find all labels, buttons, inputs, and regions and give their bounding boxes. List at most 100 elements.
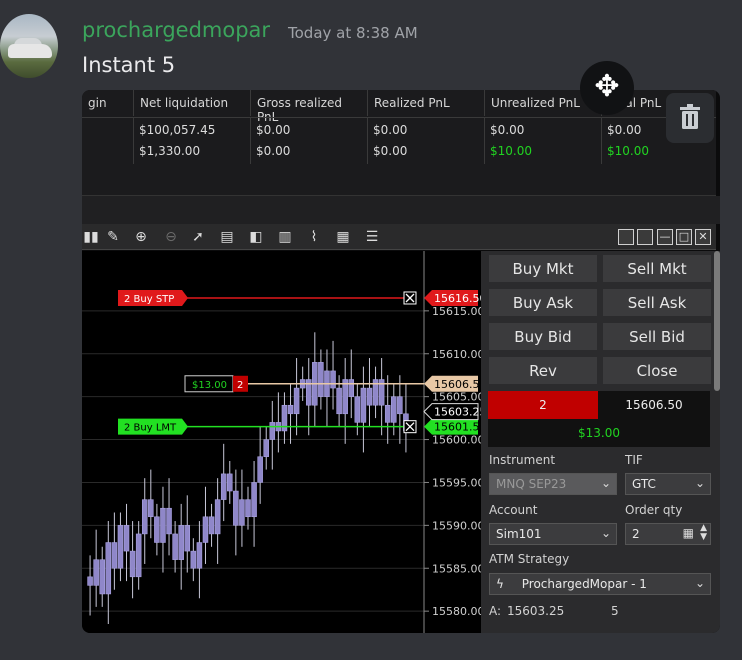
account-value: Sim101 — [496, 527, 542, 541]
close-icon[interactable]: ✕ — [695, 229, 711, 245]
data-box-icon[interactable]: ▤ — [218, 228, 236, 246]
window-gap — [82, 196, 720, 224]
candle-body — [366, 387, 373, 406]
panel-icon[interactable]: ◧ — [247, 228, 265, 246]
candle-body — [257, 456, 263, 483]
candle-body — [336, 387, 342, 415]
grid-cell: $0.00 — [373, 144, 408, 158]
chevron-down-icon: ⌄ — [694, 476, 705, 490]
sell-market-button[interactable]: Sell Mkt — [602, 254, 712, 283]
candle-body — [93, 559, 99, 586]
candle-body — [227, 473, 233, 492]
candle-body — [160, 507, 166, 543]
order-qty-label: Order qty — [625, 503, 683, 517]
position-qty-label: 2 — [237, 380, 243, 391]
order-qty-stepper[interactable]: 2 ▦ ▲ ▼ — [625, 523, 711, 545]
candle-body — [397, 396, 403, 415]
grid-cell: $0.00 — [373, 123, 408, 137]
pointer-icon[interactable]: ➚ — [189, 228, 207, 246]
account-label: Account — [489, 503, 538, 517]
candle-body — [190, 550, 197, 569]
sell-bid-button[interactable]: Sell Bid — [602, 322, 712, 351]
minimize-icon[interactable]: — — [657, 229, 673, 245]
username[interactable]: prochargedmopar — [82, 18, 270, 42]
move-icon[interactable]: ✥ — [580, 61, 634, 115]
zoom-out-icon[interactable]: ⊖ — [162, 228, 180, 246]
candle-body — [245, 499, 251, 518]
position-pnl: $13.00 — [488, 419, 710, 447]
candle-body — [263, 439, 269, 457]
chevron-down-icon: ⌄ — [600, 526, 611, 540]
order-qty-value: 2 — [632, 527, 640, 541]
grid-cell: $10.00 — [607, 144, 649, 158]
candle-body — [129, 550, 136, 578]
grid-header: Realized PnL — [367, 90, 483, 116]
candlestick-chart[interactable]: 15615.00 15610.00 15605.00 15600.00 15595.00… — [82, 251, 487, 633]
candle-body — [141, 499, 148, 535]
account-select[interactable]: Sim101 ⌄ — [489, 523, 617, 545]
candle-body — [342, 379, 348, 415]
chart-trader-panel: Buy Mkt Sell Mkt Buy Ask Sell Ask Buy Bi… — [481, 251, 720, 633]
buy-market-button[interactable]: Buy Mkt — [488, 254, 598, 283]
buy-ask-button[interactable]: Buy Ask — [488, 288, 598, 317]
avatar[interactable] — [0, 14, 58, 78]
candle-body — [214, 499, 221, 535]
instrument-label: Instrument — [489, 453, 556, 467]
pencil-icon[interactable]: ✎ — [104, 228, 122, 246]
candle-body — [318, 362, 324, 397]
lightning-icon: ϟ — [496, 577, 504, 591]
embedded-screenshot[interactable]: gin Net liquidation Gross realized PnL R… — [82, 90, 720, 633]
candle-body — [391, 396, 397, 423]
candle-body — [178, 525, 184, 560]
zoom-in-icon[interactable]: ⊕ — [132, 228, 150, 246]
buy-stop-order-label: 2 Buy STP — [124, 294, 174, 305]
strategy-icon[interactable]: ▦ — [334, 228, 352, 246]
panel-scrollbar[interactable] — [714, 251, 720, 391]
atm-strategy-select[interactable]: ϟ ProchargedMopar - 1 ⌄ — [489, 573, 711, 595]
atm-label: ATM Strategy — [489, 552, 570, 566]
price-tick-label: 15610.00 — [432, 348, 481, 361]
chevron-down-icon: ⌄ — [600, 476, 611, 490]
candle-body — [384, 404, 391, 423]
tile-icon[interactable] — [637, 229, 653, 245]
price-tick-label: 15580.00 — [432, 605, 481, 618]
grid-cell: $0.00 — [256, 144, 291, 158]
candle-body — [123, 525, 130, 552]
price-tick-label: 15600.00 — [432, 434, 481, 447]
trash-icon[interactable] — [666, 93, 714, 143]
buy-bid-button[interactable]: Buy Bid — [488, 322, 598, 351]
sell-ask-button[interactable]: Sell Ask — [602, 288, 712, 317]
candle-body — [208, 516, 215, 535]
spinner-icon[interactable]: ▲ ▼ — [700, 524, 707, 542]
bar-type-icon[interactable]: ▮▮ — [82, 228, 100, 246]
instrument-value: MNQ SEP23 — [496, 477, 567, 491]
candle-body — [172, 533, 178, 560]
candle-body — [287, 404, 294, 415]
candle-body — [99, 559, 105, 595]
bars-icon[interactable]: ▥ — [276, 228, 294, 246]
grid-cell: $0.00 — [607, 123, 642, 137]
reverse-button[interactable]: Rev — [488, 356, 598, 385]
grid-header: gin — [88, 96, 107, 110]
chart-toolbar: ▮▮ ✎ ⊕ ⊖ ➚ ▤ ◧ ▥ ⌇ ▦ ☰ — □ ✕ — [82, 224, 716, 250]
chart-canvas[interactable]: 15615.00 15610.00 15605.00 15600.00 15595.00… — [82, 251, 487, 633]
candle-body — [117, 525, 124, 569]
list-icon[interactable]: ☰ — [363, 228, 381, 246]
tile-icon[interactable] — [618, 229, 634, 245]
order-price-text: 15601.50 — [434, 421, 481, 434]
message-text: Instant 5 — [82, 53, 176, 77]
calculator-icon[interactable]: ▦ — [683, 526, 694, 540]
tif-select[interactable]: GTC ⌄ — [625, 473, 711, 495]
indicator-icon[interactable]: ⌇ — [305, 228, 323, 246]
price-tick-label: 15595.00 — [432, 476, 481, 489]
maximize-icon[interactable]: □ — [676, 229, 692, 245]
grid-cell: $1,330.00 — [139, 144, 201, 158]
position-qty: 2 — [488, 391, 598, 419]
candle-body — [87, 576, 93, 586]
message-timestamp: Today at 8:38 AM — [288, 24, 418, 42]
atm-value: ProchargedMopar - 1 — [521, 577, 647, 591]
candle-body — [202, 516, 209, 543]
candle-body — [269, 422, 276, 440]
close-button[interactable]: Close — [602, 356, 712, 385]
instrument-select: MNQ SEP23 ⌄ — [489, 473, 617, 495]
